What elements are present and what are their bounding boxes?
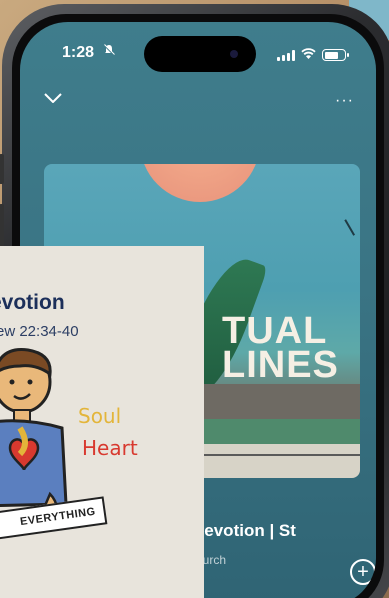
- artwork-title: TUAL LINES: [222, 310, 339, 386]
- add-to-library-button[interactable]: +: [350, 559, 376, 585]
- artwork-mark: [344, 214, 360, 236]
- silent-bell-icon: [103, 44, 115, 59]
- card-word-soul: Soul: [78, 404, 122, 428]
- overlay-artwork-card: evotion ew 22:34-40 Soul Heart EVERYTHIN…: [0, 246, 204, 598]
- status-icons: [277, 46, 349, 64]
- status-time: 1:28: [62, 44, 95, 61]
- card-subtitle: ew 22:34-40: [0, 323, 79, 340]
- cartoon-figure-illustration: [0, 348, 68, 522]
- track-title: Devotion | St: [192, 521, 296, 540]
- battery-icon: [322, 49, 349, 61]
- artwork-sun: [140, 164, 260, 202]
- card-title: evotion: [0, 291, 65, 314]
- chevron-down-icon[interactable]: [44, 90, 62, 108]
- more-options-button[interactable]: ···: [335, 92, 354, 110]
- dynamic-island: [144, 36, 256, 72]
- wifi-icon: [301, 46, 316, 64]
- card-word-heart: Heart: [82, 436, 138, 460]
- signal-icon: [277, 49, 295, 61]
- side-button: [0, 154, 4, 184]
